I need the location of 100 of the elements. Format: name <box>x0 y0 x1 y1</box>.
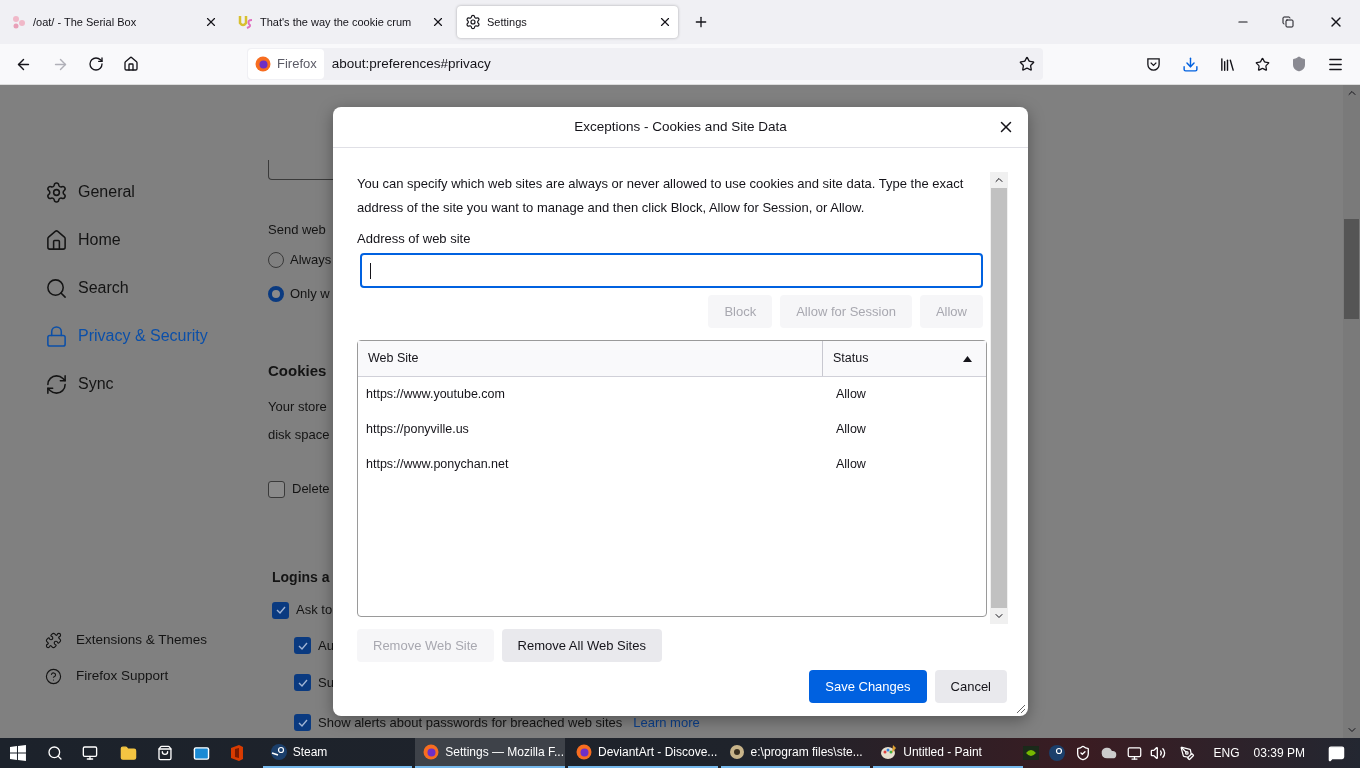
checkbox-label: Ask to <box>296 601 333 620</box>
sidebar-link[interactable]: Firefox Support <box>45 658 268 694</box>
firefox-app-icon <box>575 744 592 760</box>
letters-favicon-icon <box>238 14 254 30</box>
close-icon[interactable] <box>431 15 445 29</box>
pocket-icon[interactable] <box>1146 56 1161 72</box>
checkbox-label: Au <box>318 636 334 655</box>
pen-icon[interactable] <box>1179 745 1195 761</box>
office-icon[interactable] <box>229 745 244 761</box>
notification-icon[interactable] <box>1328 744 1345 762</box>
taskbar-item[interactable]: Untitled - Paint <box>873 738 1023 768</box>
scrollbar-thumb[interactable] <box>1344 219 1359 319</box>
dialog-title: Exceptions - Cookies and Site Data <box>574 117 787 136</box>
clock[interactable]: 03:39 PM <box>1253 744 1305 762</box>
sidebar-item[interactable]: Search <box>45 264 268 312</box>
download-icon[interactable] <box>1182 55 1199 73</box>
table-cell-text: Allow <box>835 421 866 439</box>
folder-icon[interactable] <box>119 744 137 762</box>
description-text: disk space <box>268 426 330 444</box>
home-icon[interactable] <box>123 56 139 72</box>
table-cell-text: Allow <box>835 386 866 404</box>
flower-favicon-icon <box>11 14 27 30</box>
close-icon[interactable] <box>204 15 218 29</box>
lock-icon <box>45 324 68 348</box>
steam-tray-icon[interactable] <box>1048 745 1065 761</box>
address-input[interactable] <box>360 253 983 288</box>
windows-start-icon[interactable] <box>10 745 26 761</box>
save-button[interactable]: Save Changes <box>809 670 927 703</box>
radio-button[interactable] <box>268 252 284 268</box>
radio-label: Always <box>290 251 332 270</box>
close-icon[interactable] <box>658 15 672 29</box>
taskbar-item[interactable]: Steam <box>262 738 413 768</box>
section-heading: Logins a <box>272 568 330 587</box>
shield-icon[interactable] <box>1291 56 1307 72</box>
browser-tab[interactable]: /oat/ - The Serial Box <box>3 6 224 38</box>
checkbox-label: Delete <box>292 480 330 499</box>
column-header[interactable]: Status <box>823 341 986 376</box>
reload-icon[interactable] <box>88 56 104 72</box>
checkbox[interactable] <box>294 637 311 654</box>
search-icon[interactable] <box>46 745 63 761</box>
cloud-icon[interactable] <box>1100 745 1117 761</box>
sidebar-link[interactable]: Extensions & Themes <box>45 622 268 658</box>
sort-up-icon[interactable] <box>963 355 972 362</box>
table-cell-text: https://ponyville.us <box>365 421 470 439</box>
address-bar[interactable]: Firefox about:preferences#privacy <box>247 48 1043 80</box>
bookmark-star-icon[interactable] <box>1019 56 1035 72</box>
language-indicator[interactable]: ENG <box>1213 744 1240 762</box>
nvidia-icon[interactable] <box>1022 746 1039 760</box>
browser-tab[interactable]: That's the way the cookie crum <box>230 6 451 38</box>
help-icon <box>45 667 62 685</box>
scrollbar-thumb[interactable] <box>991 188 1007 608</box>
checkbox[interactable] <box>268 480 285 498</box>
setting-label: Send web <box>268 221 326 239</box>
firefox-app-icon <box>423 744 440 760</box>
checkbox[interactable] <box>294 674 311 691</box>
home-icon <box>45 228 68 252</box>
checkbox-label: Show alerts about passwords for breached web sites <box>318 713 623 732</box>
field-label: Address of web site <box>357 230 472 248</box>
taskbar-item[interactable]: DeviantArt - Discove... <box>567 738 718 768</box>
column-header[interactable]: Web Site <box>358 341 823 376</box>
identity-box[interactable]: Firefox <box>248 49 324 79</box>
page-scrollbar[interactable] <box>1343 85 1360 738</box>
volume-icon[interactable] <box>1149 745 1166 761</box>
checkbox-label: Su <box>318 673 334 692</box>
radio-label: Only w <box>290 285 330 304</box>
new-tab-icon[interactable] <box>693 14 709 30</box>
sync-icon <box>45 372 68 396</box>
sidebar-item[interactable]: Home <box>45 216 268 264</box>
taskbar-item[interactable]: e:\program files\ste... <box>720 738 871 768</box>
table-cell-text: https://www.ponychan.net <box>365 456 510 474</box>
settings-icon <box>45 180 68 204</box>
radio-button[interactable] <box>268 286 284 302</box>
taskbar-item[interactable]: Settings — Mozilla F... <box>415 738 565 768</box>
palette-app-icon <box>881 744 898 760</box>
restore-icon[interactable] <box>1282 16 1294 28</box>
task-view-icon[interactable] <box>81 745 98 761</box>
star-tray-icon[interactable] <box>1255 56 1270 72</box>
list-button[interactable]: Remove All Web Sites <box>501 629 662 662</box>
browser-tab[interactable]: Settings <box>457 6 678 38</box>
sidebar-item[interactable]: Sync <box>45 360 268 408</box>
checkbox[interactable] <box>272 601 289 619</box>
checkbox[interactable] <box>294 714 311 731</box>
table-cell-text: Allow <box>835 456 866 474</box>
security-shield-icon[interactable] <box>1074 745 1091 761</box>
settings-icon <box>465 14 481 30</box>
tab-title: /oat/ - The Serial Box <box>33 14 138 30</box>
store-icon[interactable] <box>156 745 173 761</box>
dialog-description: You can specify which web sites are always or never allowed to use cookies and site data. Type the exact address of the site you want to manage and then click Block, Allow for Session, or Allow. <box>357 175 965 217</box>
description-text: Your store <box>268 398 328 416</box>
mail-icon[interactable] <box>192 744 210 762</box>
identity-label: Firefox <box>277 55 317 74</box>
sidebar-item[interactable]: General <box>45 168 268 216</box>
resize-grip-icon[interactable] <box>1014 702 1026 714</box>
tab-title: Settings <box>487 14 528 30</box>
library-icon[interactable] <box>1219 55 1236 73</box>
dialog-scrollbar[interactable] <box>990 172 1008 624</box>
puzzle-icon <box>45 631 62 649</box>
search-icon <box>45 276 68 300</box>
table-cell-text: https://www.youtube.com <box>365 386 506 404</box>
cancel-button[interactable]: Cancel <box>934 670 1007 703</box>
